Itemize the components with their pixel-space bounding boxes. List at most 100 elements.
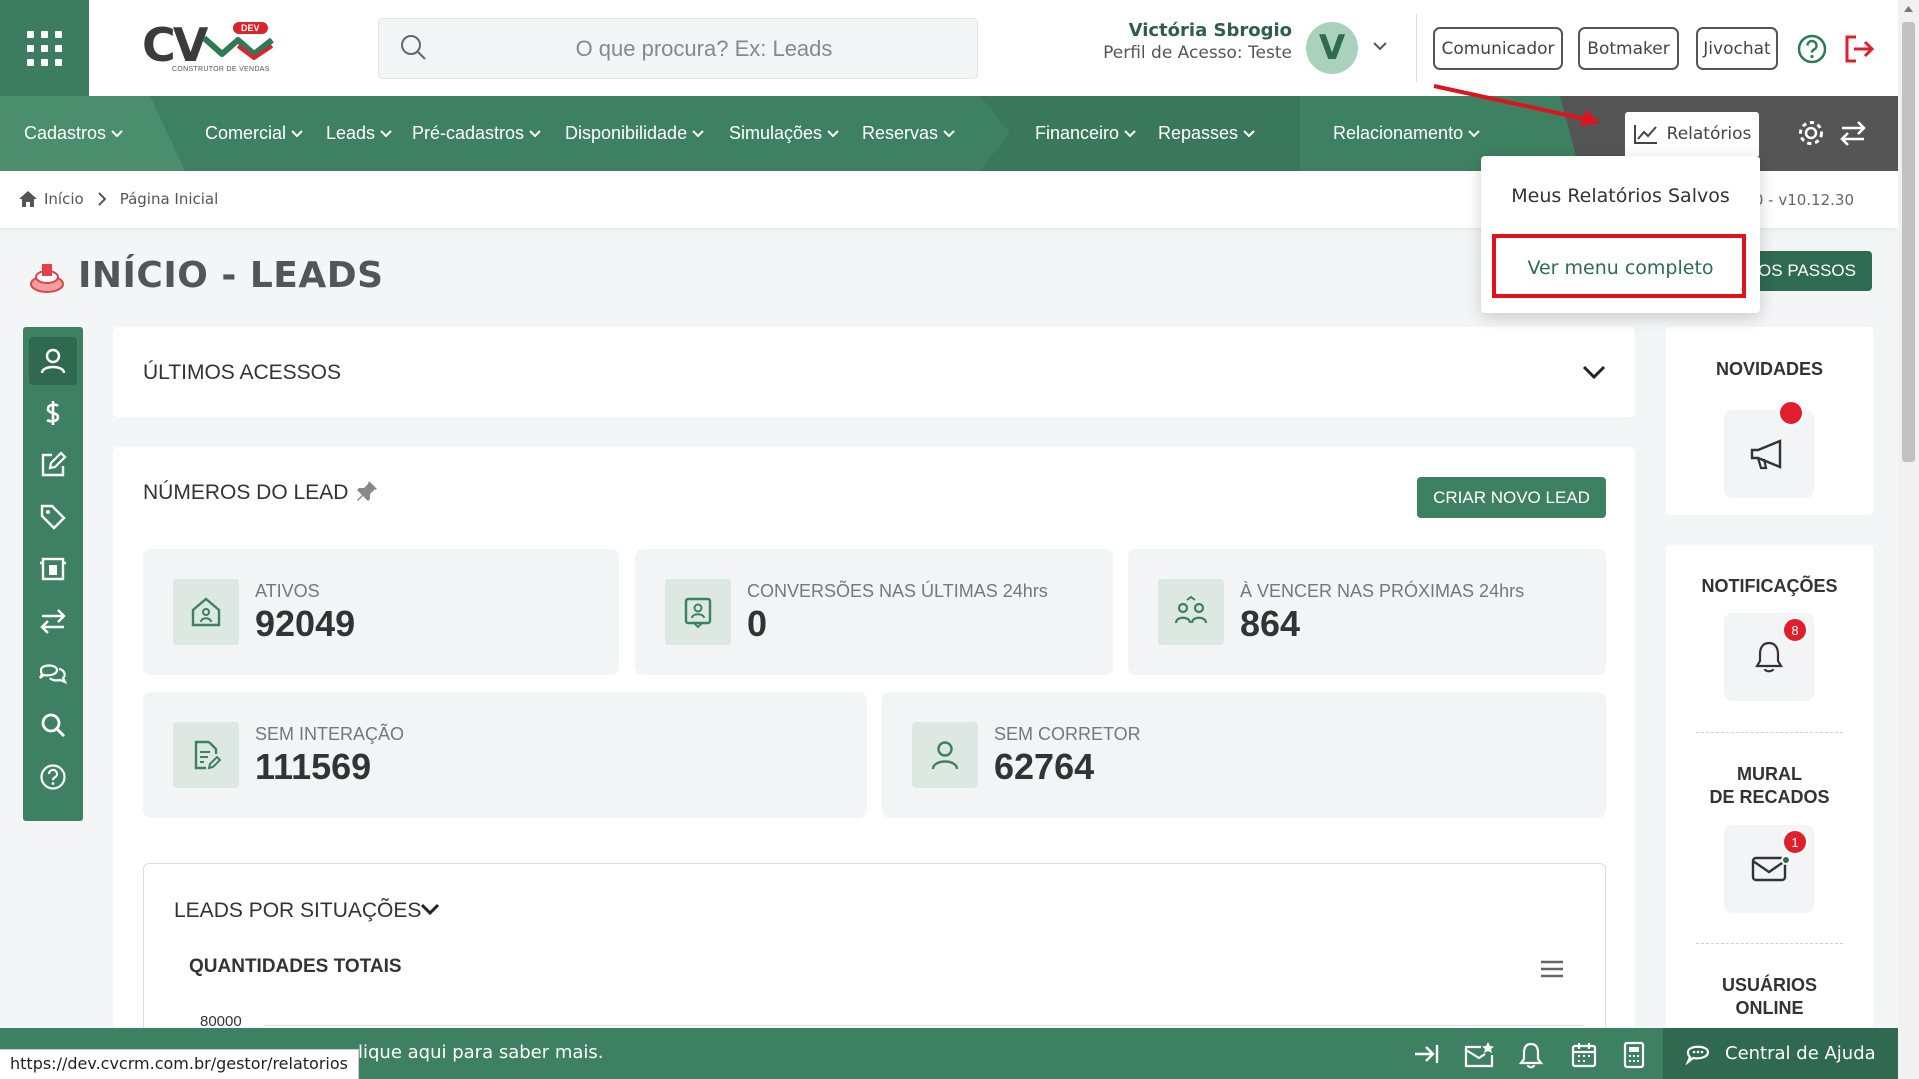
- chevron-down-icon: [943, 129, 955, 137]
- nav-item-leads[interactable]: Leads: [326, 96, 392, 171]
- stat-ativos[interactable]: ATIVOS 92049: [143, 549, 619, 675]
- divider: [1696, 732, 1843, 733]
- chevron-down-icon: [1124, 129, 1136, 137]
- gear-icon[interactable]: [1796, 118, 1826, 148]
- nav-item-simulacoes[interactable]: Simulações: [729, 96, 839, 171]
- avatar[interactable]: V: [1306, 22, 1358, 74]
- megaphone-icon: [1750, 439, 1782, 470]
- nav-item-reservas[interactable]: Reservas: [862, 96, 955, 171]
- chevron-down-icon: [291, 129, 303, 137]
- mural-title: MURAL DE RECADOS: [1709, 764, 1830, 807]
- user-profile: Perfil de Acesso: Teste: [1103, 43, 1292, 63]
- document-edit-icon: [194, 740, 222, 770]
- nav-item-repasses[interactable]: Repasses: [1158, 96, 1255, 171]
- chevron-down-icon: [111, 129, 123, 137]
- relatorios-dropdown: Meus Relatórios Salvos Ver menu completo: [1481, 156, 1760, 313]
- user-name: Victória Sbrogio: [1128, 20, 1292, 41]
- calculator-icon[interactable]: [1622, 1041, 1646, 1069]
- nav-item-comercial[interactable]: Comercial: [205, 96, 303, 171]
- help-icon[interactable]: [1796, 33, 1828, 65]
- ultimos-acessos-card[interactable]: ÚLTIMOS ACESSOS: [113, 327, 1635, 417]
- chat-icon: [39, 664, 68, 685]
- sidebar-item-editar[interactable]: [29, 441, 77, 489]
- novidades-badge: [1778, 400, 1804, 426]
- search-icon: [401, 35, 426, 60]
- menu-icon[interactable]: [1539, 959, 1565, 979]
- footer-message[interactable]: lique aqui para saber mais.: [358, 1042, 604, 1063]
- mail-star-icon[interactable]: [1463, 1041, 1495, 1069]
- chevron-down-icon: [529, 129, 541, 137]
- sidebar-item-unidades[interactable]: [29, 545, 77, 593]
- grid-icon: [27, 30, 62, 66]
- calendar-icon[interactable]: [1570, 1041, 1598, 1069]
- bell-icon[interactable]: [1518, 1041, 1544, 1069]
- criar-novo-lead-button[interactable]: CRIAR NOVO LEAD: [1417, 477, 1606, 518]
- stat-value: 92049: [255, 603, 356, 644]
- dollar-icon: [46, 401, 60, 425]
- stat-value: 62764: [994, 746, 1095, 787]
- chevron-down-icon[interactable]: [1372, 40, 1388, 52]
- tag-icon: [40, 504, 66, 530]
- sidebar-item-chat[interactable]: [29, 649, 77, 697]
- comunicador-button[interactable]: Comunicador: [1433, 27, 1563, 70]
- notificacoes-badge: 8: [1782, 617, 1808, 643]
- bell-icon: [1755, 641, 1783, 673]
- chevron-down-icon: [827, 129, 839, 137]
- search-box: [378, 18, 978, 79]
- apps-menu-button[interactable]: [0, 0, 89, 96]
- stat-label: ATIVOS: [255, 581, 320, 601]
- sidebar-item-repasses[interactable]: [29, 597, 77, 645]
- scrollbar[interactable]: [1898, 0, 1919, 1079]
- logout-icon[interactable]: [1842, 33, 1876, 65]
- breadcrumb-home[interactable]: Início: [44, 190, 84, 208]
- stat-label: À VENCER NAS PRÓXIMAS 24hrs: [1240, 581, 1525, 601]
- chevron-down-icon[interactable]: [420, 902, 440, 916]
- notificacoes-button[interactable]: 8: [1724, 613, 1814, 701]
- help-icon: [40, 764, 66, 790]
- users-icon: [1174, 595, 1208, 624]
- stat-sem-interacao[interactable]: SEM INTERAÇÃO 111569: [143, 692, 867, 818]
- left-sidebar: [23, 327, 83, 821]
- logo-tagline: CONSTRUTOR DE VENDAS: [172, 66, 270, 73]
- sidebar-item-leads[interactable]: [29, 337, 77, 385]
- pin-icon[interactable]: [355, 479, 379, 503]
- sidebar-item-buscar[interactable]: [29, 701, 77, 749]
- stat-label: SEM CORRETOR: [994, 724, 1141, 744]
- leads-page-icon: [30, 264, 64, 293]
- menu-item-ver-menu-completo[interactable]: Ver menu completo: [1481, 257, 1760, 279]
- relatorios-button[interactable]: Relatórios: [1625, 112, 1759, 156]
- arrow-to-right-icon[interactable]: [1412, 1041, 1440, 1067]
- sidebar-item-etiquetas[interactable]: [29, 493, 77, 541]
- mural-button[interactable]: 1: [1724, 825, 1814, 913]
- central-de-ajuda-button[interactable]: Central de Ajuda: [1663, 1028, 1898, 1079]
- jivochat-button[interactable]: Jivochat: [1696, 27, 1778, 70]
- swap-icon[interactable]: [1838, 118, 1868, 148]
- nav-item-disponibilidade[interactable]: Disponibilidade: [565, 96, 704, 171]
- stat-sem-corretor[interactable]: SEM CORRETOR 62764: [882, 692, 1606, 818]
- numeros-lead-title: NÚMEROS DO LEAD: [143, 481, 349, 504]
- nav-item-pre-cadastros[interactable]: Pré-cadastros: [412, 96, 541, 171]
- chevron-down-icon: [1243, 129, 1255, 137]
- novidades-title: NOVIDADES: [1715, 359, 1823, 379]
- home-icon[interactable]: [18, 190, 38, 208]
- stat-a-vencer[interactable]: À VENCER NAS PRÓXIMAS 24hrs 864: [1128, 549, 1606, 675]
- search-icon: [41, 713, 66, 738]
- notificacoes-title: NOTIFICAÇÕES: [1701, 576, 1838, 596]
- ultimos-acessos-title: ÚLTIMOS ACESSOS: [143, 361, 341, 384]
- scroll-up-icon[interactable]: [1904, 6, 1913, 12]
- search-input[interactable]: [449, 29, 959, 69]
- novidades-button[interactable]: [1724, 400, 1814, 498]
- nav-item-cadastros[interactable]: Cadastros: [24, 96, 123, 171]
- user-icon: [40, 348, 66, 374]
- botmaker-button[interactable]: Botmaker: [1578, 27, 1679, 70]
- scroll-thumb[interactable]: [1902, 22, 1915, 462]
- logo[interactable]: CV DEV CONSTRUTOR DE VENDAS: [140, 18, 280, 78]
- chevron-down-icon[interactable]: [1581, 363, 1607, 381]
- stat-label: CONVERSÕES NAS ÚLTIMAS 24hrs: [747, 581, 1048, 601]
- stat-conversoes[interactable]: CONVERSÕES NAS ÚLTIMAS 24hrs 0: [635, 549, 1113, 675]
- menu-item-meus-relatorios[interactable]: Meus Relatórios Salvos: [1481, 185, 1760, 207]
- user-info[interactable]: Victória Sbrogio Perfil de Acesso: Teste: [1040, 20, 1292, 63]
- sidebar-item-financeiro[interactable]: [29, 389, 77, 437]
- nav-item-financeiro[interactable]: Financeiro: [1035, 96, 1136, 171]
- sidebar-item-ajuda[interactable]: [29, 753, 77, 801]
